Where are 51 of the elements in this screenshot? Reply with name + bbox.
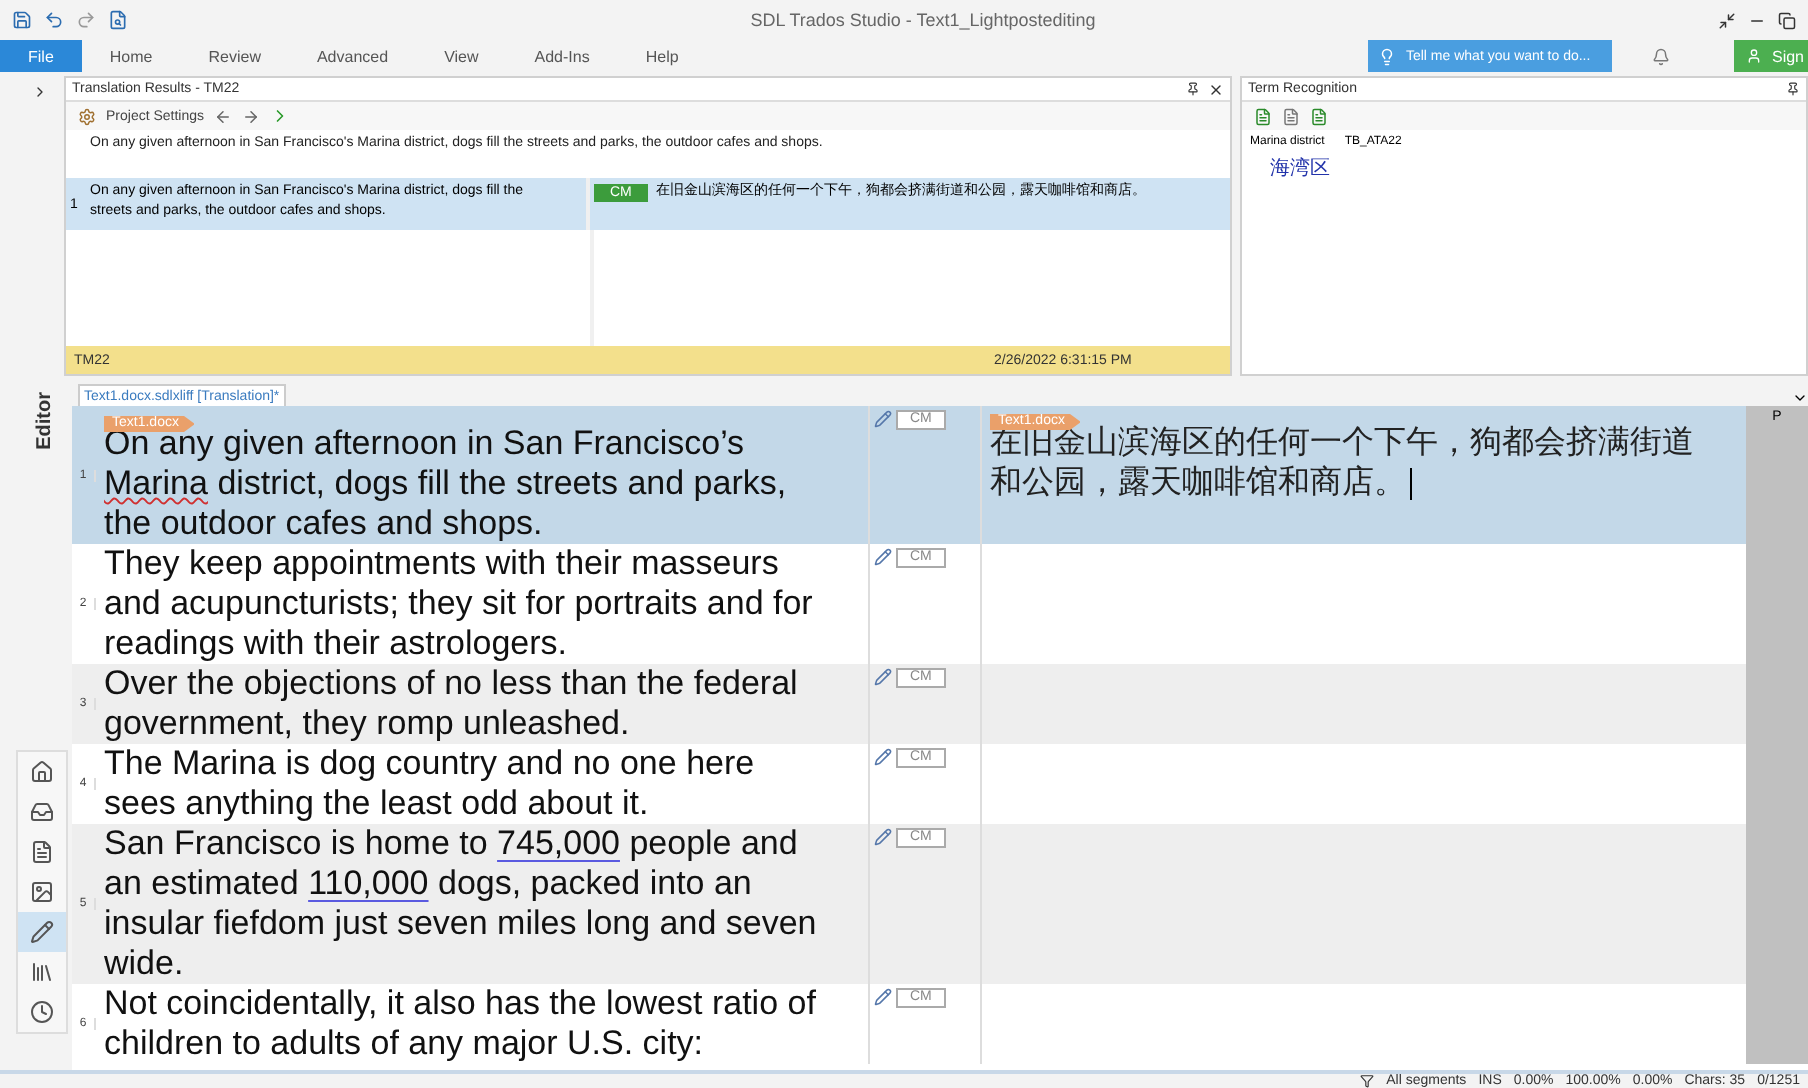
save-icon[interactable] — [12, 10, 32, 30]
clock-icon — [30, 1000, 54, 1024]
bell-icon[interactable] — [1651, 47, 1670, 65]
pin-icon[interactable] — [1186, 82, 1200, 96]
editor-label: Editor — [34, 392, 56, 450]
arrow-left-icon[interactable] — [214, 107, 233, 125]
nav-button[interactable] — [18, 912, 66, 952]
close-icon[interactable] — [1208, 81, 1224, 97]
ribbon-tab[interactable]: Home — [81, 40, 181, 72]
document-icon[interactable] — [1282, 107, 1300, 125]
arrow-right-icon[interactable] — [242, 107, 261, 125]
source-text: The Marina is dog country and no one here sees anything the least odd about it. — [104, 744, 755, 822]
ribbon-tab[interactable]: File — [0, 40, 82, 72]
pencil-icon — [874, 410, 892, 428]
source-text: Not coincidentally, it also has the lowest ratio of children to adults of any major U.S. city: — [104, 984, 816, 1062]
image-icon — [30, 880, 54, 904]
pin-icon[interactable] — [1786, 82, 1800, 96]
home-icon — [30, 760, 54, 784]
pencil-icon — [874, 748, 892, 766]
ribbon-tab[interactable]: Help — [617, 40, 707, 72]
person-icon — [1745, 48, 1762, 64]
source-text: San Francisco is home to 745,000 people and an estimated 110,000 dogs, packed into an insular fiefdom just seven miles long and seven wide. — [104, 824, 817, 982]
restore-icon[interactable] — [1778, 11, 1796, 29]
ribbon-display-icon[interactable] — [1718, 11, 1736, 29]
settings-icon — [78, 107, 96, 125]
books-icon — [30, 960, 54, 984]
document-icon — [30, 840, 54, 864]
pencil-icon — [874, 548, 892, 566]
text-cursor — [1410, 467, 1412, 500]
document-icon[interactable] — [1310, 107, 1328, 125]
pencil-icon — [874, 828, 892, 846]
tray-icon — [30, 800, 54, 824]
document-icon[interactable] — [1254, 107, 1272, 125]
source-text: Over the objections of no less than the federal government, they romp unleashed. — [104, 664, 798, 742]
dropdown-icon[interactable] — [1792, 390, 1808, 406]
lightbulb-icon — [1377, 47, 1396, 65]
ribbon-tab[interactable]: Review — [180, 40, 289, 72]
preview-icon[interactable] — [108, 10, 128, 30]
expand-icon[interactable] — [32, 84, 48, 100]
ribbon-tab[interactable]: Advanced — [288, 40, 417, 72]
undo-icon[interactable] — [44, 10, 64, 30]
source-text: They keep appointments with their masseurs and acupuncturists; they sit for portraits and for readings with their astrologers. — [104, 544, 813, 662]
filter-icon — [1360, 1074, 1375, 1088]
ribbon-tab[interactable]: View — [416, 40, 507, 72]
ribbon-tab[interactable]: Add-Ins — [506, 40, 618, 72]
redo-icon[interactable] — [76, 10, 96, 30]
pencil-icon — [874, 668, 892, 686]
term-target: 海湾区 — [1268, 158, 1330, 180]
pencil-icon — [874, 988, 892, 1006]
pencil-icon — [30, 920, 54, 944]
window-title: SDL Trados Studio - Text1_Lightpostediting — [748, 10, 1098, 30]
